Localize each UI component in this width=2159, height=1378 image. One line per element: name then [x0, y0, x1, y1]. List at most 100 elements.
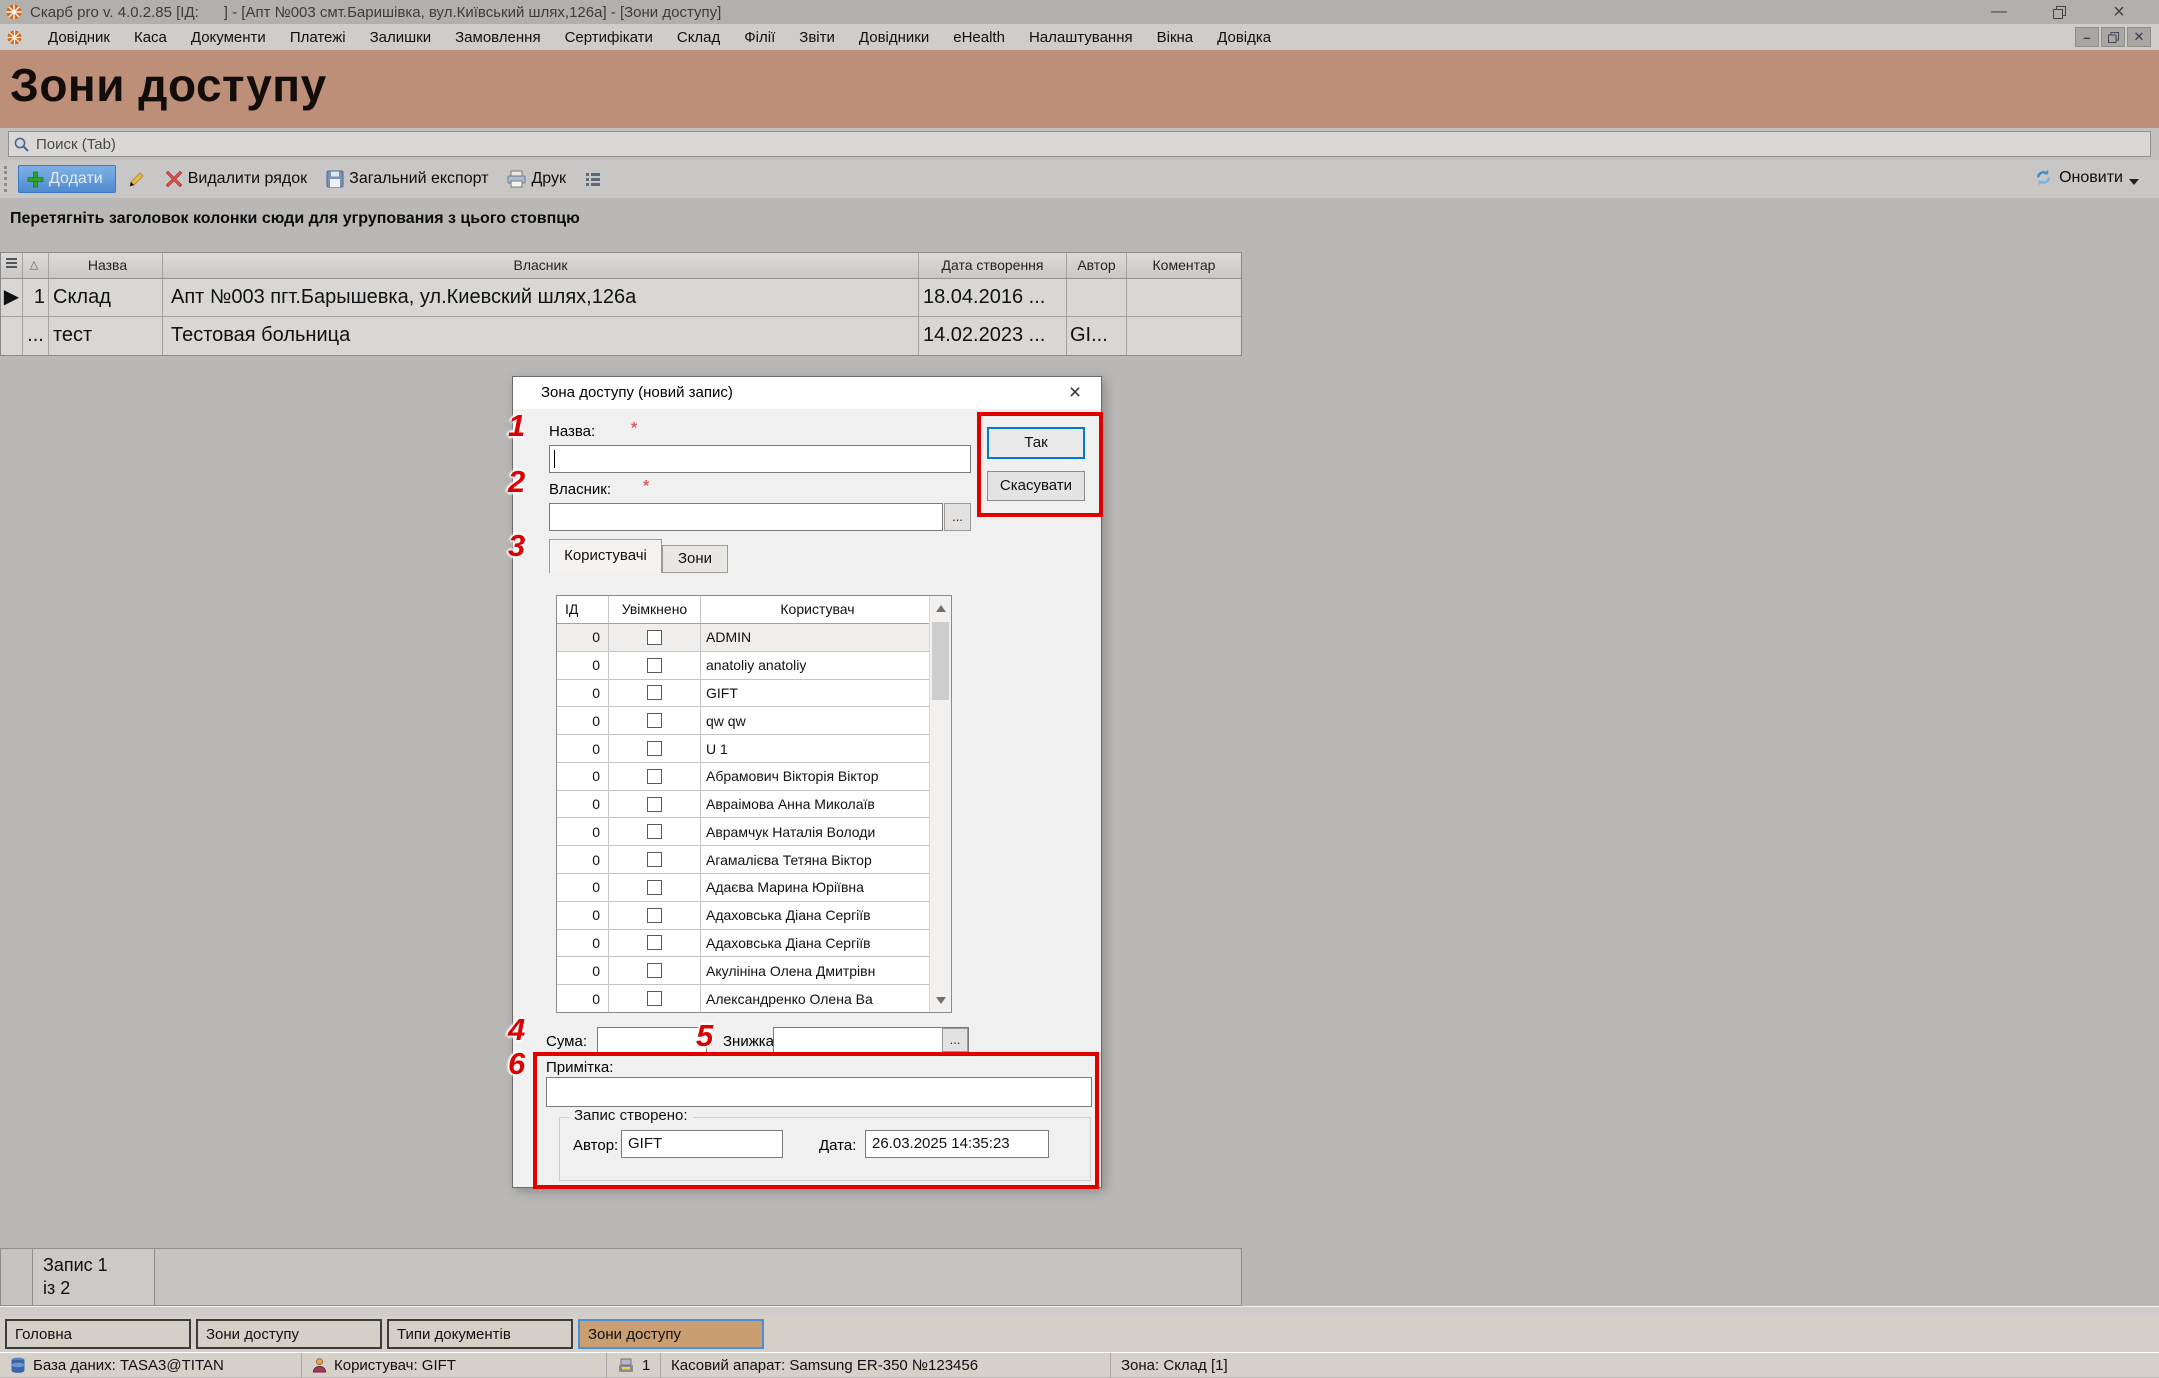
name-input[interactable]: [549, 445, 971, 473]
grid-row-test[interactable]: ... тест Тестовая больница 14.02.2023 ..…: [1, 317, 1241, 355]
cell-owner[interactable]: Апт №003 пгт.Барышевка, ул.Киевский шлях…: [163, 279, 919, 316]
list-view-button[interactable]: [578, 166, 608, 192]
menu-sertyfikaty[interactable]: Сертифікати: [553, 26, 665, 49]
window-tab-zony-dostupu-active[interactable]: Зони доступу: [578, 1319, 764, 1349]
user-checkbox[interactable]: [647, 741, 662, 756]
window-tab-typy-dokumentiv[interactable]: Типи документів: [387, 1319, 573, 1349]
grid-column-created[interactable]: Дата створення: [919, 253, 1067, 278]
menu-kasa[interactable]: Каса: [122, 26, 179, 49]
user-checkbox[interactable]: [647, 991, 662, 1006]
menu-platezhi[interactable]: Платежі: [278, 26, 358, 49]
users-column-user[interactable]: Користувач: [701, 596, 929, 623]
user-row[interactable]: 0 U 1: [557, 735, 951, 763]
tab-users[interactable]: Користувачі: [549, 539, 662, 573]
cell-author[interactable]: GI...: [1067, 317, 1127, 355]
user-row[interactable]: 0 Абрамович Вікторія Віктор: [557, 763, 951, 791]
restore-icon[interactable]: [2029, 0, 2089, 24]
toolbar-grip[interactable]: [4, 166, 10, 192]
mdi-close-icon[interactable]: ✕: [2127, 27, 2151, 47]
menu-ehealth[interactable]: eHealth: [941, 26, 1017, 49]
user-checkbox[interactable]: [647, 963, 662, 978]
scroll-thumb[interactable]: [932, 622, 949, 700]
menu-nalashtuvannia[interactable]: Налаштування: [1017, 26, 1145, 49]
dialog-close-icon[interactable]: ×: [1061, 379, 1089, 407]
user-checkbox[interactable]: [647, 797, 662, 812]
user-checkbox[interactable]: [647, 658, 662, 673]
users-column-enabled[interactable]: Увімкнено: [609, 596, 701, 623]
tab-zones[interactable]: Зони: [662, 545, 728, 573]
menu-zvity[interactable]: Звіти: [787, 26, 847, 49]
scroll-up-icon[interactable]: [930, 596, 952, 620]
menu-dovidnyk[interactable]: Довідник: [36, 26, 122, 49]
menu-dovidka[interactable]: Довідка: [1205, 26, 1283, 49]
user-checkbox[interactable]: [647, 685, 662, 700]
grid-sort-icon[interactable]: △: [23, 253, 49, 278]
export-button[interactable]: Загальний експорт: [319, 165, 495, 193]
discount-browse-button[interactable]: ...: [942, 1028, 968, 1052]
refresh-dropdown-icon[interactable]: [2129, 179, 2139, 185]
sum-input[interactable]: [597, 1027, 707, 1053]
user-row[interactable]: 0 Адаєва Марина Юріївна: [557, 874, 951, 902]
menu-vikna[interactable]: Вікна: [1145, 26, 1206, 49]
cell-owner[interactable]: Тестовая больница: [163, 317, 919, 355]
menu-zalyshky[interactable]: Залишки: [358, 26, 444, 49]
search-box[interactable]: [8, 131, 2151, 157]
user-row[interactable]: 0 Александренко Олена Ва: [557, 985, 951, 1012]
user-row[interactable]: 0 ADMIN: [557, 624, 951, 652]
grid-indicator-column-icon[interactable]: [1, 253, 23, 278]
user-checkbox[interactable]: [647, 880, 662, 895]
user-checkbox[interactable]: [647, 824, 662, 839]
user-checkbox[interactable]: [647, 908, 662, 923]
user-checkbox[interactable]: [647, 713, 662, 728]
grid-column-comment[interactable]: Коментар: [1127, 253, 1241, 278]
owner-input[interactable]: [549, 503, 943, 531]
edit-button[interactable]: Редагувати: [121, 165, 153, 193]
search-input[interactable]: [36, 136, 1936, 153]
mdi-minimize-icon[interactable]: –: [2075, 27, 2099, 47]
refresh-button-label: Оновити: [2059, 169, 2123, 187]
menu-sklad[interactable]: Склад: [665, 26, 732, 49]
grid-column-owner[interactable]: Власник: [163, 253, 919, 278]
user-checkbox[interactable]: [647, 852, 662, 867]
owner-browse-button[interactable]: ...: [944, 503, 971, 531]
mdi-restore-icon[interactable]: [2101, 27, 2125, 47]
cell-author[interactable]: [1067, 279, 1127, 316]
user-row[interactable]: 0 Аврамчук Наталія Володи: [557, 818, 951, 846]
cell-comment[interactable]: [1127, 279, 1241, 316]
menu-dokumenty[interactable]: Документи: [179, 26, 278, 49]
refresh-button[interactable]: Оновити: [2028, 163, 2145, 192]
menu-filii[interactable]: Філії: [732, 26, 787, 49]
cell-name[interactable]: Склад: [49, 279, 163, 316]
close-icon[interactable]: ×: [2089, 0, 2149, 24]
user-row[interactable]: 0 Адаховська Діана Сергіїв: [557, 930, 951, 958]
menu-zamovlennia[interactable]: Замовлення: [443, 26, 552, 49]
window-tab-holovna[interactable]: Головна: [5, 1319, 191, 1349]
user-checkbox[interactable]: [647, 769, 662, 784]
user-row[interactable]: 0 Авраімова Анна Миколаїв: [557, 791, 951, 819]
scroll-down-icon[interactable]: [930, 988, 952, 1012]
user-checkbox[interactable]: [647, 630, 662, 645]
print-button[interactable]: Друк: [500, 165, 573, 193]
user-row[interactable]: 0 GIFT: [557, 680, 951, 708]
user-row[interactable]: 0 Акулініна Олена Дмитрівн: [557, 957, 951, 985]
users-column-id[interactable]: ІД: [557, 596, 609, 623]
menu-dovidnyky[interactable]: Довідники: [847, 26, 941, 49]
user-row[interactable]: 0 qw qw: [557, 707, 951, 735]
cell-name[interactable]: тест: [49, 317, 163, 355]
user-row[interactable]: 0 anatoliy anatoliy: [557, 652, 951, 680]
grid-column-author[interactable]: Автор: [1067, 253, 1127, 278]
cell-created[interactable]: 18.04.2016 ...: [919, 279, 1067, 316]
add-button[interactable]: Додати: [18, 165, 116, 193]
cell-created[interactable]: 14.02.2023 ...: [919, 317, 1067, 355]
grid-column-name[interactable]: Назва: [49, 253, 163, 278]
delete-row-button[interactable]: Видалити рядок: [158, 165, 314, 193]
users-scrollbar[interactable]: [929, 596, 951, 1012]
window-tab-zony-dostupu-1[interactable]: Зони доступу: [196, 1319, 382, 1349]
cell-comment[interactable]: [1127, 317, 1241, 355]
minimize-icon[interactable]: —: [1969, 0, 2029, 24]
grid-row-sklad[interactable]: ▶ 1 Склад Апт №003 пгт.Барышевка, ул.Кие…: [1, 279, 1241, 317]
user-checkbox[interactable]: [647, 935, 662, 950]
discount-input[interactable]: [773, 1027, 969, 1053]
user-row[interactable]: 0 Агамалієва Тетяна Віктор: [557, 846, 951, 874]
user-row[interactable]: 0 Адаховська Діана Сергіїв: [557, 902, 951, 930]
